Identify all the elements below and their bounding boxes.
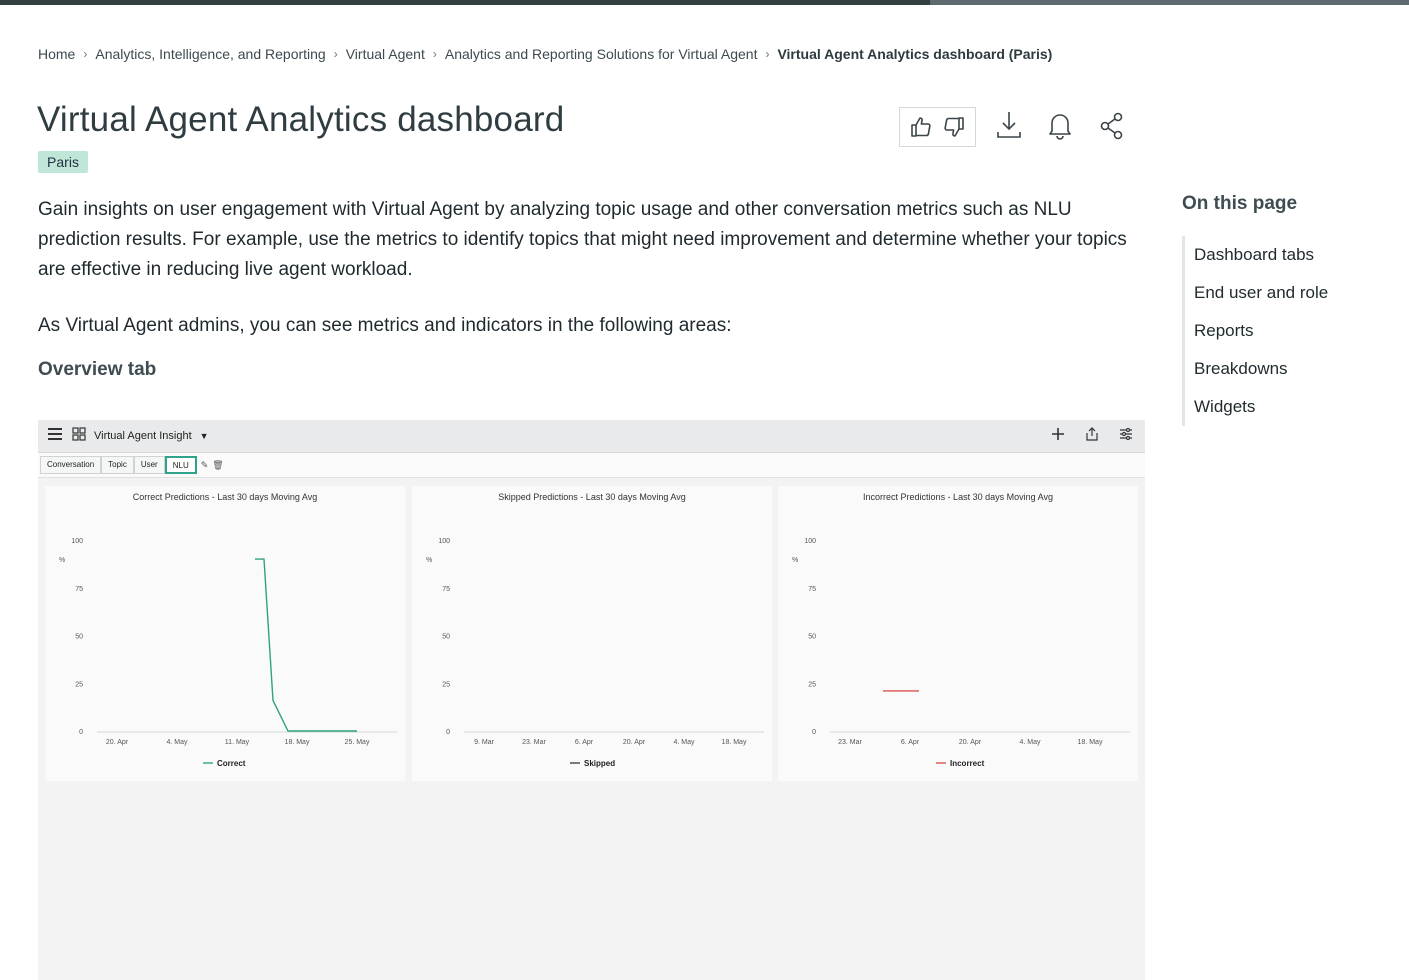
- chevron-right-icon: ›: [765, 47, 770, 61]
- x-tick-label: 20. Apr: [623, 739, 646, 746]
- feedback-group: [899, 107, 976, 147]
- chart-skipped-predictions: % 0 25 50 75 100 9. Mar 23. Mar 6. Apr 20. Apr 4. …: [426, 538, 764, 768]
- dashboard-title: Virtual Agent Insight: [94, 430, 192, 442]
- edit-icon: ✎: [200, 459, 209, 470]
- filter-settings-icon: [1119, 427, 1133, 446]
- x-tick-label: 18. May: [722, 739, 747, 746]
- tab-user: User: [133, 456, 165, 474]
- legend-label-correct: Correct: [217, 759, 246, 768]
- grid-icon: [72, 426, 86, 446]
- export-icon: [1085, 427, 1099, 446]
- caret-down-icon: ▼: [199, 431, 209, 441]
- chart-panel-incorrect: Incorrect Predictions - Last 30 days Mov…: [778, 486, 1138, 781]
- toc-item-breakdowns[interactable]: Breakdowns: [1194, 350, 1328, 388]
- toc-title: On this page: [1182, 193, 1298, 214]
- y-tick-label: 0: [446, 729, 450, 736]
- chevron-right-icon: ›: [83, 47, 88, 61]
- thumbs-up-icon[interactable]: [909, 115, 933, 139]
- y-axis-unit-label: %: [792, 557, 798, 564]
- x-tick-label: 4. May: [166, 739, 188, 746]
- x-tick-label: 23. Mar: [522, 739, 546, 746]
- dashboard-toolbar: Virtual Agent Insight ▼: [38, 420, 1145, 453]
- tab-topic: Topic: [101, 456, 134, 474]
- chevron-right-icon: ›: [432, 47, 437, 61]
- x-tick-label: 6. Apr: [901, 739, 920, 746]
- plus-icon: [1051, 427, 1065, 446]
- menu-icon: [48, 427, 62, 445]
- trash-icon: 🗑: [212, 459, 224, 470]
- bell-icon[interactable]: [1047, 110, 1073, 140]
- y-tick-label: 75: [75, 586, 83, 593]
- page-title: Virtual Agent Analytics dashboard: [37, 100, 565, 139]
- y-tick-label: 25: [75, 681, 83, 688]
- y-tick-label: 0: [812, 729, 816, 736]
- reading-progress-fill: [0, 0, 930, 5]
- x-tick-label: 20. Apr: [106, 739, 129, 746]
- thumbs-down-icon[interactable]: [942, 115, 966, 139]
- chart-panel-correct: Correct Predictions - Last 30 days Movin…: [45, 486, 405, 781]
- x-tick-label: 18. May: [285, 739, 310, 746]
- chart-correct-predictions: % 0 25 50 75 100 20. Apr 4. May 11. May 18. May 25…: [59, 538, 397, 768]
- y-axis-unit-label: %: [59, 557, 65, 564]
- y-tick-label: 100: [438, 538, 450, 545]
- intro-paragraph: Gain insights on user engagement with Vi…: [38, 199, 1127, 280]
- toc-item-end-user-and-role[interactable]: End user and role: [1194, 274, 1328, 312]
- toc-item-reports[interactable]: Reports: [1194, 312, 1328, 350]
- x-tick-label: 23. Mar: [838, 739, 862, 746]
- y-tick-label: 50: [75, 634, 83, 641]
- breadcrumb-analytics[interactable]: Analytics, Intelligence, and Reporting: [95, 46, 325, 62]
- breadcrumb-reporting-solutions[interactable]: Analytics and Reporting Solutions for Vi…: [445, 46, 758, 62]
- dashboard-screenshot: Virtual Agent Insight ▼ Conversation Top…: [38, 420, 1145, 980]
- breadcrumb-virtual-agent[interactable]: Virtual Agent: [346, 46, 425, 62]
- x-tick-label: 9. Mar: [474, 739, 495, 746]
- y-tick-label: 50: [442, 634, 450, 641]
- breadcrumb-current: Virtual Agent Analytics dashboard (Paris…: [777, 46, 1053, 62]
- x-tick-label: 11. May: [225, 739, 250, 746]
- y-tick-label: 75: [442, 586, 450, 593]
- x-tick-label: 20. Apr: [959, 739, 982, 746]
- share-icon[interactable]: [1099, 110, 1125, 140]
- tab-nlu: NLU: [164, 456, 197, 474]
- y-tick-label: 25: [808, 681, 816, 688]
- admins-paragraph: As Virtual Agent admins, you can see met…: [38, 315, 732, 336]
- toc-item-widgets[interactable]: Widgets: [1194, 388, 1328, 426]
- chart-panel-skipped: Skipped Predictions - Last 30 days Movin…: [412, 486, 772, 781]
- y-tick-label: 50: [808, 634, 816, 641]
- tab-conversation: Conversation: [40, 456, 102, 474]
- release-badge: Paris: [38, 151, 88, 173]
- x-tick-label: 6. Apr: [575, 739, 594, 746]
- legend-label-skipped: Skipped: [584, 759, 615, 768]
- series-line-correct: [255, 558, 357, 732]
- section-heading-overview-tab: Overview tab: [38, 359, 157, 380]
- x-tick-label: 18. May: [1078, 739, 1103, 746]
- y-tick-label: 25: [442, 681, 450, 688]
- toc-item-dashboard-tabs[interactable]: Dashboard tabs: [1194, 236, 1328, 274]
- chevron-right-icon: ›: [333, 47, 338, 61]
- x-tick-label: 4. May: [1019, 739, 1041, 746]
- dashboard-tabs: Conversation Topic User NLU ✎ 🗑: [38, 453, 1145, 478]
- breadcrumb-home[interactable]: Home: [38, 46, 75, 62]
- legend-label-incorrect: Incorrect: [950, 759, 985, 768]
- download-icon[interactable]: [996, 110, 1022, 140]
- y-tick-label: 0: [79, 729, 83, 736]
- chart-incorrect-predictions: % 0 25 50 75 100 23. Mar 6. Apr 20. Apr 4. May 18.…: [792, 538, 1130, 768]
- y-axis-unit-label: %: [426, 557, 432, 564]
- reading-progress-bar: [0, 0, 1409, 5]
- breadcrumb: Home › Analytics, Intelligence, and Repo…: [38, 46, 1052, 62]
- x-tick-label: 4. May: [673, 739, 695, 746]
- y-tick-label: 100: [804, 538, 816, 545]
- y-tick-label: 75: [808, 586, 816, 593]
- x-tick-label: 25. May: [345, 739, 370, 746]
- y-tick-label: 100: [71, 538, 83, 545]
- toc-list: Dashboard tabs End user and role Reports…: [1182, 236, 1328, 426]
